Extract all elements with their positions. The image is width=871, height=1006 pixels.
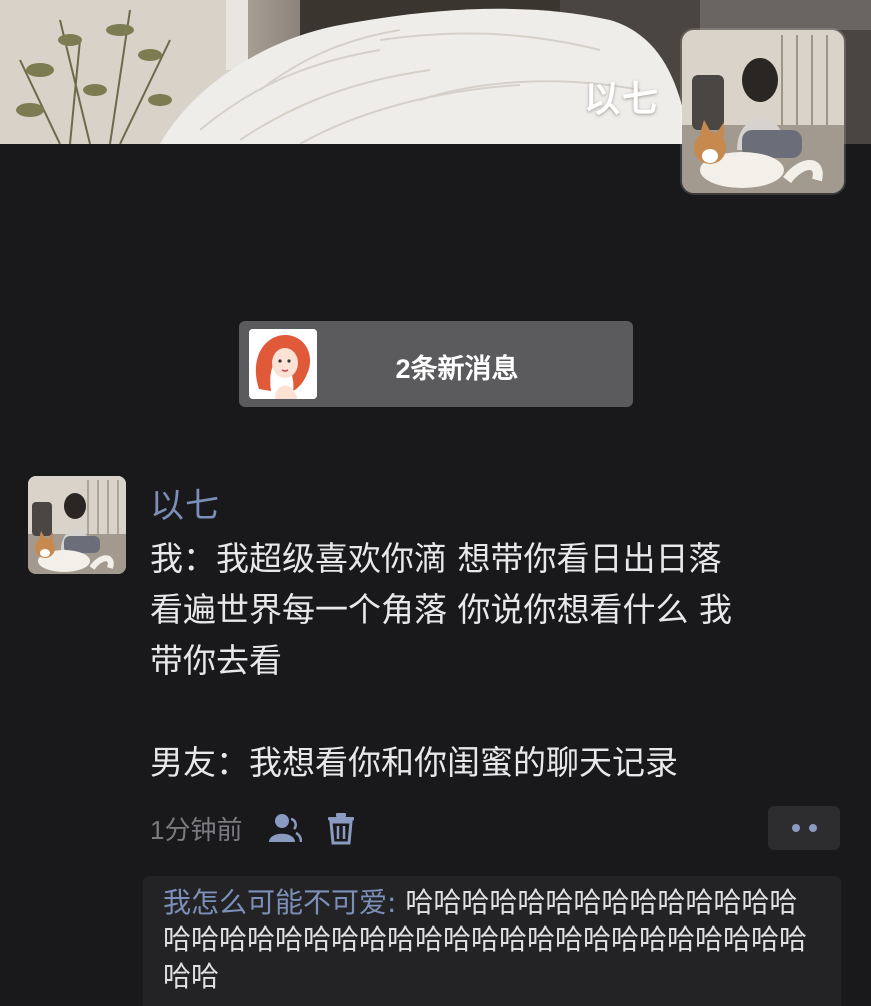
post-line: 我：我超级喜欢你滴 想带你看日出日落 <box>150 539 722 578</box>
notification-avatar <box>249 329 317 399</box>
person-icon[interactable] <box>268 811 303 845</box>
comment-item[interactable]: 我怎么可能不可爱: 哈哈哈哈哈哈哈哈哈哈哈哈哈哈哈哈哈哈哈哈哈哈哈哈哈哈哈哈哈哈… <box>163 884 823 995</box>
profile-avatar[interactable] <box>682 30 844 193</box>
new-messages-notice[interactable]: 2条新消息 <box>239 321 633 407</box>
more-dots-icon[interactable] <box>768 806 840 850</box>
post-line: 看遍世界每一个角落 你说你想看什么 我 <box>150 590 732 629</box>
post-line: 男友：我想看你和你闺蜜的聊天记录 <box>150 743 678 782</box>
dot <box>791 824 800 832</box>
post-line-blank <box>150 686 840 737</box>
comments-box: 我怎么可能不可爱: 哈哈哈哈哈哈哈哈哈哈哈哈哈哈哈哈哈哈哈哈哈哈哈哈哈哈哈哈哈哈… <box>143 876 841 1006</box>
post-meta: 1分钟前 <box>150 808 358 848</box>
post-author-name[interactable]: 以七 <box>150 478 220 527</box>
post-line: 带你去看 <box>150 641 282 680</box>
post-content: 我：我超级喜欢你滴 想带你看日出日落 看遍世界每一个角落 你说你想看什么 我 带… <box>150 533 840 788</box>
comment-author[interactable]: 我怎么可能不可爱 <box>163 886 387 919</box>
comment-separator: : <box>387 886 406 919</box>
post-author-avatar[interactable] <box>28 476 126 574</box>
dot <box>808 824 817 832</box>
new-messages-label: 2条新消息 <box>395 354 519 384</box>
post-time: 1分钟前 <box>150 814 243 845</box>
trash-icon[interactable] <box>324 811 358 845</box>
cover-user-name[interactable]: 以七 <box>584 70 660 122</box>
moments-page: 以七 2条新消息 以七 我：我超级喜欢你滴 想带你看日出日落 看遍世界每一个角落… <box>0 0 871 1006</box>
